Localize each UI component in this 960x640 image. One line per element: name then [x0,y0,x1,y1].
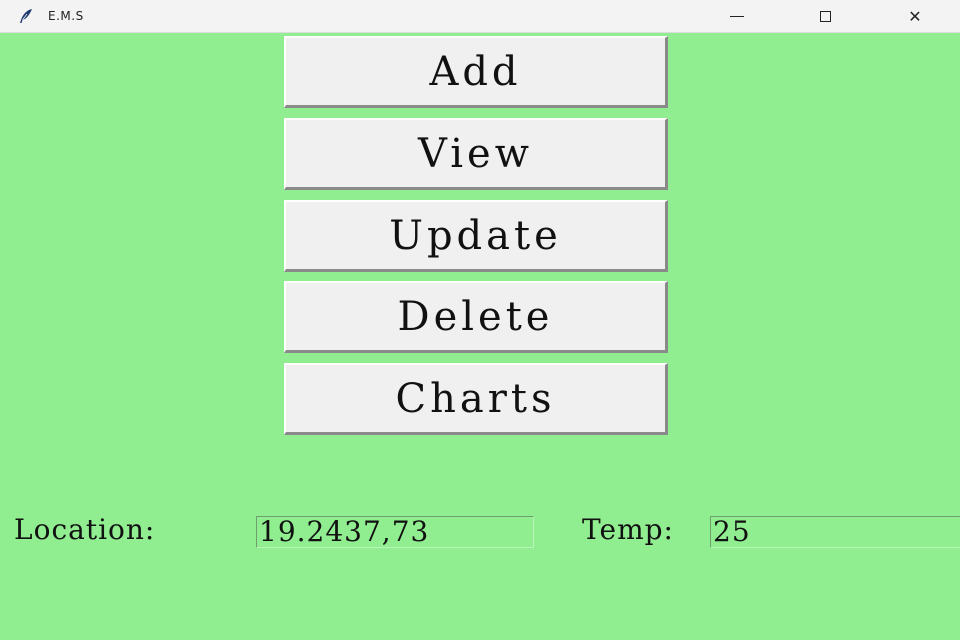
view-button[interactable]: View [284,118,668,190]
temp-field[interactable]: 25 [710,516,960,548]
delete-button[interactable]: Delete [284,281,668,353]
maximize-icon [819,10,831,22]
title-bar[interactable]: E.M.S ✕ [0,0,960,33]
maximize-button[interactable] [802,0,848,32]
minimize-icon [730,15,744,17]
close-button[interactable]: ✕ [892,0,938,32]
feather-icon [20,9,32,23]
location-label: Location: [14,513,156,546]
app-window: E.M.S ✕ Add View Update Delete Charts Lo… [0,0,960,640]
window-title: E.M.S [48,9,84,23]
close-icon: ✕ [908,6,922,26]
update-button[interactable]: Update [284,200,668,272]
location-field[interactable]: 19.2437,73 [256,516,534,548]
charts-button[interactable]: Charts [284,363,668,435]
add-button[interactable]: Add [284,36,668,108]
minimize-button[interactable] [714,0,760,32]
temp-label: Temp: [582,513,674,546]
